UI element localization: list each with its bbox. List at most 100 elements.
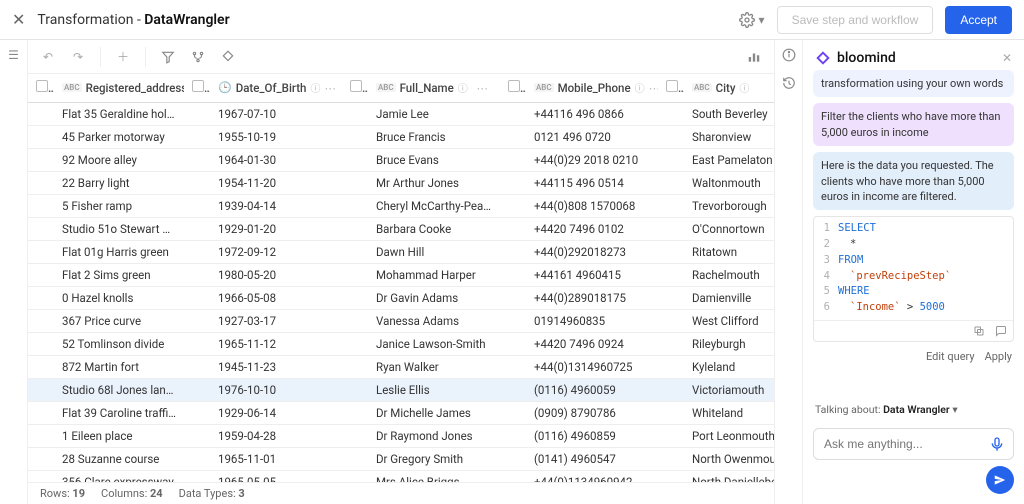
branch-icon[interactable] [186, 45, 210, 69]
filter-icon[interactable] [156, 45, 180, 69]
cell-name[interactable]: Mr Arthur Jones [368, 171, 500, 194]
cell-city[interactable]: Waltonmouth [684, 171, 774, 194]
column-menu-icon[interactable]: ⋯ [477, 81, 493, 95]
cell-city[interactable]: Damienville [684, 286, 774, 309]
info-icon[interactable]: ⓘ [458, 80, 468, 95]
cell-phone[interactable]: (0116) 4960059 [526, 378, 658, 401]
cell-phone[interactable]: +44(0)289018175 [526, 286, 658, 309]
cell-city[interactable]: O'Connortown [684, 217, 774, 240]
cell-phone[interactable]: +4420 7496 0924 [526, 332, 658, 355]
cell-name[interactable]: Jamie Lee [368, 102, 500, 125]
column-header[interactable]: 🕒Date_Of_Birthⓘ⋯ [210, 74, 342, 102]
table-row[interactable]: 1 Eileen place 1959-04-28 Dr Raymond Jones… [28, 424, 774, 447]
column-checkbox[interactable] [350, 80, 362, 92]
apply-link[interactable]: Apply [985, 350, 1012, 363]
add-icon[interactable]: ＋ [111, 45, 135, 69]
cell-city[interactable]: Port Leonmouth [684, 424, 774, 447]
cell-phone[interactable]: +44115 496 0514 [526, 171, 658, 194]
cell-dob[interactable]: 1955-10-19 [210, 125, 342, 148]
cell-dob[interactable]: 1980-05-20 [210, 263, 342, 286]
cell-city[interactable]: Rachelmouth [684, 263, 774, 286]
table-row[interactable]: 45 Parker motorway1955-10-19Bruce Franci… [28, 125, 774, 148]
cell-addr[interactable]: Flat 39 Caroline trafficway [54, 401, 184, 424]
cell-name[interactable]: Mrs Alice Briggs [368, 470, 500, 482]
cell-dob[interactable]: 1959-04-28 [210, 424, 342, 447]
info-icon[interactable]: ⓘ [739, 80, 749, 95]
cell-city[interactable]: North Danielleberg [684, 470, 774, 482]
cell-name[interactable]: Janice Lawson-Smith [368, 332, 500, 355]
cell-phone[interactable]: (0116) 4960859 [526, 424, 658, 447]
cell-city[interactable]: Victoriamouth [684, 378, 774, 401]
redo-icon[interactable]: ↷ [66, 45, 90, 69]
cell-phone[interactable]: +44(0)1134960942 [526, 470, 658, 482]
cell-dob[interactable]: 1965-05-05 [210, 470, 342, 482]
column-header[interactable]: ABCMobile_Phoneⓘ⋯ [526, 74, 658, 102]
cell-dob[interactable]: 1927-03-17 [210, 309, 342, 332]
table-row[interactable]: Flat 2 Sims green 1980-05-20 Mohammad Harp… [28, 263, 774, 286]
cell-addr[interactable]: 0 Hazel knolls [54, 286, 184, 309]
edit-query-link[interactable]: Edit query [926, 350, 975, 363]
cell-phone[interactable]: +44(0)29 2018 0210 [526, 148, 658, 171]
cell-dob[interactable]: 1967-07-10 [210, 102, 342, 125]
cell-city[interactable]: East Pamelaton [684, 148, 774, 171]
save-button[interactable]: Save step and workflow [777, 6, 934, 34]
cell-name[interactable]: Dr Michelle James [368, 401, 500, 424]
cell-name[interactable]: Vanessa Adams [368, 309, 500, 332]
column-menu-icon[interactable]: ⋯ [649, 81, 658, 95]
close-icon[interactable]: ✕ [12, 10, 25, 29]
cell-city[interactable]: Trevorborough [684, 194, 774, 217]
cell-phone[interactable]: +44161 4960415 [526, 263, 658, 286]
cell-name[interactable]: Bruce Evans [368, 148, 500, 171]
cell-addr[interactable]: Studio 68l Jones landing [54, 378, 184, 401]
cell-city[interactable]: South Beverley [684, 102, 774, 125]
chart-icon[interactable] [742, 45, 766, 69]
table-row[interactable]: Studio 68l Jones landing1976-10-10Leslie… [28, 378, 774, 401]
cell-dob[interactable]: 1939-04-14 [210, 194, 342, 217]
feedback-icon[interactable] [995, 325, 1007, 337]
table-row[interactable]: 367 Price curve 1927-03-17 Vanessa Adams 01… [28, 309, 774, 332]
cell-addr[interactable]: Studio 51o Stewart dam [54, 217, 184, 240]
cell-name[interactable]: Cheryl McCarthy-Peacock [368, 194, 500, 217]
cell-city[interactable]: Ritatown [684, 240, 774, 263]
column-header[interactable]: ABCFull_Nameⓘ⋯ [368, 74, 500, 102]
cell-addr[interactable]: 28 Suzanne course [54, 447, 184, 470]
table-row[interactable]: 356 Clare expressway 1965-05-05 Mrs Alice … [28, 470, 774, 482]
cell-dob[interactable]: 1929-06-14 [210, 401, 342, 424]
column-checkbox[interactable] [666, 80, 678, 92]
table-row[interactable]: 872 Martin fort1945-11-23Ryan Walker+44(… [28, 355, 774, 378]
cell-phone[interactable]: +44(0)1314960725 [526, 355, 658, 378]
table-row[interactable]: 0 Hazel knolls 1966-05-08 Dr Gavin Adams +4… [28, 286, 774, 309]
cell-addr[interactable]: 356 Clare expressway [54, 470, 184, 482]
cell-dob[interactable]: 1965-11-01 [210, 447, 342, 470]
cell-dob[interactable]: 1954-11-20 [210, 171, 342, 194]
cell-dob[interactable]: 1966-05-08 [210, 286, 342, 309]
cell-addr[interactable]: Flat 2 Sims green [54, 263, 184, 286]
cell-addr[interactable]: 1 Eileen place [54, 424, 184, 447]
cell-dob[interactable]: 1929-01-20 [210, 217, 342, 240]
cell-city[interactable]: Rileyburgh [684, 332, 774, 355]
table-row[interactable]: Studio 51o Stewart dam1929-01-20Barbara … [28, 217, 774, 240]
cell-addr[interactable]: 872 Martin fort [54, 355, 184, 378]
cell-city[interactable]: West Clifford [684, 309, 774, 332]
chat-input[interactable] [813, 428, 1014, 460]
cell-city[interactable]: Sharonview [684, 125, 774, 148]
table-row[interactable]: 5 Fisher ramp1939-04-14Cheryl McCarthy-P… [28, 194, 774, 217]
send-button[interactable] [986, 466, 1014, 494]
cell-phone[interactable]: 01914960835 [526, 309, 658, 332]
info-icon[interactable]: ⓘ [310, 80, 320, 95]
cell-name[interactable]: Leslie Ellis [368, 378, 500, 401]
cell-addr[interactable]: Flat 01g Harris green [54, 240, 184, 263]
tag-icon[interactable] [216, 45, 240, 69]
cell-name[interactable]: Dr Raymond Jones [368, 424, 500, 447]
table-row[interactable]: Flat 35 Geraldine hollow1967-07-10Jamie … [28, 102, 774, 125]
cell-name[interactable]: Dr Gavin Adams [368, 286, 500, 309]
column-header[interactable]: ABCRegistered_addressⓘ⋯ [54, 74, 184, 102]
cell-dob[interactable]: 1965-11-12 [210, 332, 342, 355]
cell-addr[interactable]: 52 Tomlinson divide [54, 332, 184, 355]
cell-addr[interactable]: 367 Price curve [54, 309, 184, 332]
talking-about[interactable]: Talking about: Data Wrangler ▾ [803, 399, 1024, 420]
cell-name[interactable]: Mohammad Harper [368, 263, 500, 286]
copy-icon[interactable] [973, 325, 985, 337]
undo-icon[interactable]: ↶ [36, 45, 60, 69]
panel-close-icon[interactable]: ✕ [1002, 51, 1012, 65]
